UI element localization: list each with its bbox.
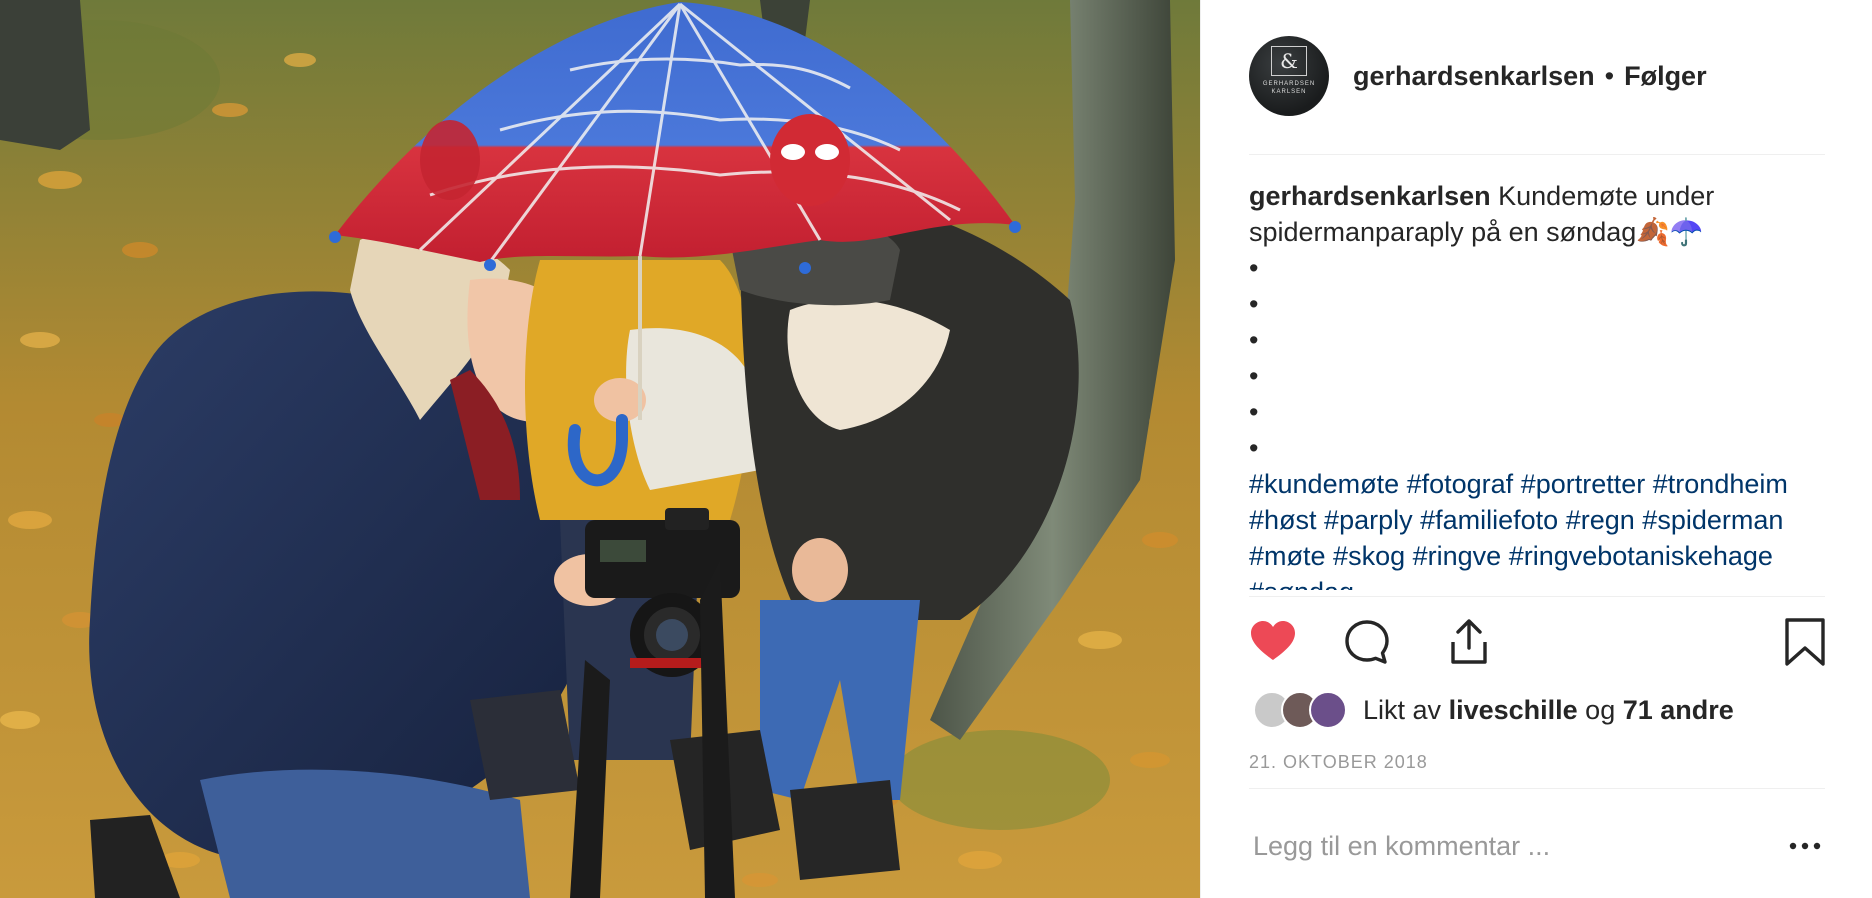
caption-hashtags: #kundemøte #fotograf #portretter #trondh… <box>1249 466 1825 590</box>
hashtag-link[interactable]: #møte <box>1249 541 1326 571</box>
avatar-monogram: & <box>1280 49 1298 73</box>
hashtag-link[interactable]: #trondheim <box>1653 469 1788 499</box>
bookmark-icon[interactable] <box>1781 618 1829 666</box>
hashtag-link[interactable]: #spiderman <box>1642 505 1783 535</box>
hashtag-link[interactable]: #skog <box>1333 541 1405 571</box>
speech-bubble-icon[interactable] <box>1343 618 1391 666</box>
instagram-post: A <box>0 0 1872 898</box>
hashtag-link[interactable]: #søndag <box>1249 577 1354 590</box>
hashtag-link[interactable]: #kundemøte <box>1249 469 1399 499</box>
caption-divider <box>1249 596 1825 597</box>
hashtag-link[interactable]: #portretter <box>1521 469 1646 499</box>
header-username[interactable]: gerhardsenkarlsen <box>1353 61 1595 92</box>
post-date[interactable]: 21. OKTOBER 2018 <box>1249 752 1428 773</box>
caption-bullet: • <box>1249 325 1259 355</box>
more-options-icon[interactable] <box>1785 832 1825 860</box>
post-header: & GERHARDSEN KARLSEN gerhardsenkarlsen •… <box>1249 36 1825 116</box>
caption-bullet: • <box>1249 433 1259 463</box>
hashtag-link[interactable]: #høst <box>1249 505 1317 535</box>
hashtag-link[interactable]: #fotograf <box>1407 469 1514 499</box>
share-upload-icon[interactable] <box>1445 618 1493 666</box>
avatar-brand-text: GERHARDSEN KARLSEN <box>1262 81 1316 95</box>
caption-bullets: • • • • • • <box>1249 250 1825 466</box>
caption-area[interactable]: gerhardsenkarlsen Kundemøte under spider… <box>1249 178 1825 590</box>
hashtag-link[interactable]: #familiefoto <box>1420 505 1558 535</box>
comment-input[interactable] <box>1249 826 1777 866</box>
date-divider <box>1249 788 1825 789</box>
caption-bullet: • <box>1249 397 1259 427</box>
hashtag-link[interactable]: #ringvebotaniskehage <box>1509 541 1773 571</box>
photo-illustration: A <box>0 0 1200 898</box>
hashtag-link[interactable]: #ringve <box>1413 541 1502 571</box>
post-photo[interactable]: A <box>0 0 1200 898</box>
likes-conjunction: og <box>1585 694 1616 725</box>
heart-filled-icon[interactable] <box>1249 618 1297 666</box>
caption-username[interactable]: gerhardsenkarlsen <box>1249 181 1491 211</box>
header-divider <box>1249 154 1825 155</box>
caption-paragraph: gerhardsenkarlsen Kundemøte under spider… <box>1249 178 1825 250</box>
action-bar <box>1249 612 1825 672</box>
profile-avatar[interactable]: & GERHARDSEN KARLSEN <box>1249 36 1329 116</box>
caption-bullet: • <box>1249 361 1259 391</box>
caption-bullet: • <box>1249 253 1259 283</box>
post-side-panel: & GERHARDSEN KARLSEN gerhardsenkarlsen •… <box>1200 0 1872 898</box>
likes-row: Likt av liveschille og 71 andre <box>1253 688 1734 732</box>
hashtag-link[interactable]: #parply <box>1324 505 1413 535</box>
likes-user[interactable]: liveschille <box>1449 695 1578 725</box>
follow-button[interactable]: Følger <box>1624 61 1707 92</box>
header-separator-dot: • <box>1604 60 1615 91</box>
likes-prefix: Likt av <box>1363 694 1442 725</box>
likes-others[interactable]: 71 andre <box>1623 695 1734 725</box>
liker-avatar[interactable] <box>1309 691 1347 729</box>
caption-bullet: • <box>1249 289 1259 319</box>
likes-text[interactable]: Likt av liveschille og 71 andre <box>1363 695 1734 726</box>
hashtag-link[interactable]: #regn <box>1566 505 1635 535</box>
